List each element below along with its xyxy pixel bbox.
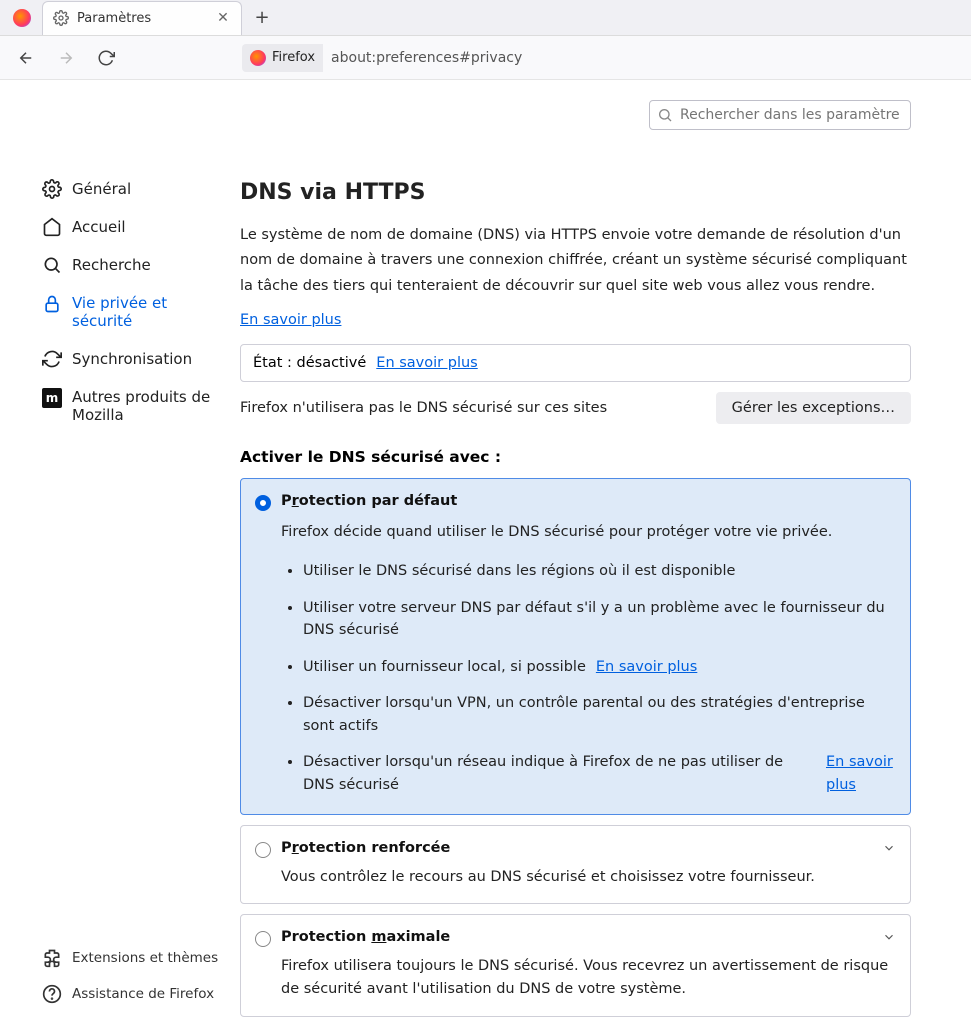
option-title: Protection par défaut — [281, 493, 896, 509]
option-bullet: Utiliser votre serveur DNS par défaut s'… — [303, 597, 896, 642]
firefox-icon — [250, 50, 266, 66]
option-title: Protection maximale — [281, 929, 896, 945]
url-text: about:preferences#privacy — [323, 44, 530, 72]
settings-search-input[interactable] — [649, 100, 911, 130]
sidebar-item-support[interactable]: Assistance de Firefox — [0, 976, 240, 1012]
sidebar-item-search[interactable]: Recherche — [0, 246, 240, 284]
close-tab-icon[interactable]: ✕ — [215, 10, 231, 26]
tab-title: Paramètres — [77, 11, 215, 26]
option-bullet: Désactiver lorsqu'un réseau indique à Fi… — [303, 751, 896, 796]
doh-option-max[interactable]: Protection maximale Firefox utilisera to… — [240, 914, 911, 1016]
section-description: Le système de nom de domaine (DNS) via H… — [240, 223, 911, 299]
learn-more-link[interactable]: En savoir plus — [596, 659, 697, 675]
url-bar[interactable]: Firefox about:preferences#privacy — [242, 44, 530, 72]
sidebar-label: Assistance de Firefox — [72, 986, 214, 1002]
option-bullet: Utiliser un fournisseur local, si possib… — [303, 656, 896, 678]
doh-sites-note: Firefox n'utilisera pas le DNS sécurisé … — [240, 400, 607, 416]
settings-main: DNS via HTTPS Le système de nom de domai… — [240, 80, 971, 1024]
sidebar-label: Recherche — [72, 256, 151, 274]
option-subtitle: Firefox utilisera toujours le DNS sécuri… — [281, 955, 896, 1001]
sidebar-item-general[interactable]: Général — [0, 170, 240, 208]
learn-more-link[interactable]: En savoir plus — [826, 751, 896, 796]
browser-tab[interactable]: Paramètres ✕ — [42, 1, 242, 35]
sidebar-label: Autres produits de Mozilla — [72, 388, 222, 424]
sidebar-label: Général — [72, 180, 131, 198]
sidebar-item-mozilla-products[interactable]: m Autres produits de Mozilla — [0, 378, 240, 434]
radio-default[interactable] — [255, 495, 271, 511]
window-tab-bar: Paramètres ✕ + — [0, 0, 971, 36]
chevron-down-icon — [882, 840, 896, 859]
sidebar-item-home[interactable]: Accueil — [0, 208, 240, 246]
settings-sidebar: Général Accueil Recherche Vie privée et … — [0, 80, 240, 1024]
option-bullet: Désactiver lorsqu'un VPN, un contrôle pa… — [303, 692, 896, 737]
section-title: DNS via HTTPS — [240, 180, 911, 205]
activate-heading: Activer le DNS sécurisé avec : — [240, 448, 911, 466]
radio-max[interactable] — [255, 931, 271, 947]
sidebar-item-privacy[interactable]: Vie privée et sécurité — [0, 284, 240, 340]
nav-toolbar: Firefox about:preferences#privacy — [0, 36, 971, 80]
sidebar-label: Synchronisation — [72, 350, 192, 368]
back-button[interactable] — [12, 44, 40, 72]
sidebar-item-sync[interactable]: Synchronisation — [0, 340, 240, 378]
sidebar-item-extensions[interactable]: Extensions et thèmes — [0, 940, 240, 976]
app-icon — [8, 4, 36, 32]
option-subtitle: Vous contrôlez le recours au DNS sécuris… — [281, 866, 896, 889]
doh-status-box: État : désactivé En savoir plus — [240, 344, 911, 382]
url-identity-label: Firefox — [272, 50, 315, 65]
doh-status-label: État : désactivé — [253, 355, 366, 371]
option-subtitle: Firefox décide quand utiliser le DNS séc… — [281, 521, 896, 544]
manage-exceptions-button[interactable]: Gérer les exceptions… — [716, 392, 911, 424]
sidebar-label: Vie privée et sécurité — [72, 294, 222, 330]
doh-status-link[interactable]: En savoir plus — [376, 355, 477, 371]
search-icon — [657, 107, 673, 123]
mozilla-icon: m — [42, 388, 62, 408]
forward-button[interactable] — [52, 44, 80, 72]
chevron-down-icon — [882, 929, 896, 948]
reload-button[interactable] — [92, 44, 120, 72]
option-title: Protection renforcée — [281, 840, 896, 856]
sidebar-label: Accueil — [72, 218, 126, 236]
sidebar-label: Extensions et thèmes — [72, 950, 218, 966]
url-identity-pill[interactable]: Firefox — [242, 44, 323, 72]
doh-option-increased[interactable]: Protection renforcée Vous contrôlez le r… — [240, 825, 911, 904]
doh-option-default[interactable]: Protection par défaut Firefox décide qua… — [240, 478, 911, 815]
option-bullet: Utiliser le DNS sécurisé dans les région… — [303, 560, 896, 582]
gear-icon — [53, 10, 69, 26]
radio-increased[interactable] — [255, 842, 271, 858]
new-tab-button[interactable]: + — [248, 4, 276, 32]
learn-more-link[interactable]: En savoir plus — [240, 312, 341, 328]
